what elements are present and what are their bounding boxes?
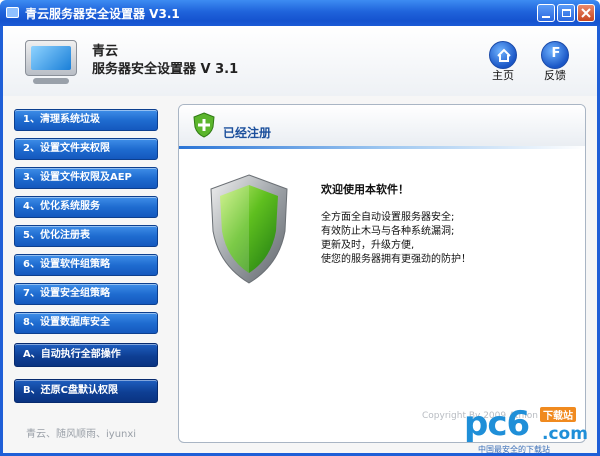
description-line-3: 更新及时，升级方便, <box>321 240 415 251</box>
home-label[interactable]: 主页 <box>483 67 523 83</box>
watermark-brand: pc6 <box>464 404 530 444</box>
app-name-line1: 青云 <box>92 44 119 59</box>
sidebar-item-software-policy[interactable]: 6、设置软件组策略 <box>14 254 158 276</box>
minimize-button[interactable] <box>537 4 555 22</box>
pc6-watermark: pc6 下载站 .com 中国最安全的下载站 <box>456 404 596 456</box>
sidebar-item-folder-permissions[interactable]: 2、设置文件夹权限 <box>14 138 158 160</box>
description-line-4: 使您的服务器拥有更强劲的防护！ <box>321 254 471 265</box>
description-line-1: 全方面全自动设置服务器安全; <box>321 212 455 223</box>
sidebar-item-optimize-services[interactable]: 4、优化系统服务 <box>14 196 158 218</box>
close-button[interactable] <box>577 4 595 22</box>
welcome-heading: 欢迎使用本软件！ <box>321 183 409 196</box>
auto-execute-all-button[interactable]: A、自动执行全部操作 <box>14 343 158 367</box>
close-icon <box>581 8 591 18</box>
description-line-2: 有效防止木马与各种系统漏洞; <box>321 226 455 237</box>
panel-header: 已经注册 <box>179 105 585 149</box>
app-name-line2: 服务器安全设置器 V 3.1 <box>92 62 239 77</box>
home-icon <box>497 48 511 62</box>
author-credits: 青云、随风顺雨、iyunxi <box>26 429 137 440</box>
home-button[interactable] <box>489 41 517 69</box>
watermark-subtitle: 中国最安全的下载站 <box>478 445 550 454</box>
restore-c-drive-permissions-button[interactable]: B、还原C盘默认权限 <box>14 379 158 403</box>
app-icon <box>6 7 19 18</box>
title-bar[interactable]: 青云服务器安全设置器 V3.1 <box>0 0 600 26</box>
feedback-icon: F <box>551 46 561 61</box>
sidebar-item-optimize-registry[interactable]: 5、优化注册表 <box>14 225 158 247</box>
security-shield-icon <box>210 174 288 284</box>
feedback-label[interactable]: 反馈 <box>535 67 575 83</box>
registration-status: 已经注册 <box>223 126 272 140</box>
sidebar-item-security-policy[interactable]: 7、设置安全组策略 <box>14 283 158 305</box>
window-title: 青云服务器安全设置器 V3.1 <box>25 7 180 21</box>
monitor-logo-icon <box>25 40 77 84</box>
feedback-button[interactable]: F <box>541 41 569 69</box>
sidebar-item-database-security[interactable]: 8、设置数据库安全 <box>14 312 158 334</box>
content-panel: 已经注册 欢迎使用本软件！ 全方面全自动设置服务器安全; 有效防止木马与各种系统… <box>178 104 586 443</box>
sidebar-item-file-permissions-aep[interactable]: 3、设置文件权限及AEP <box>14 167 158 189</box>
sidebar-item-clean-junk[interactable]: 1、清理系统垃圾 <box>14 109 158 131</box>
watermark-domain: .com <box>542 424 588 444</box>
watermark-tag: 下载站 <box>540 407 576 422</box>
shield-plus-icon <box>193 112 215 138</box>
maximize-button[interactable] <box>557 4 575 22</box>
